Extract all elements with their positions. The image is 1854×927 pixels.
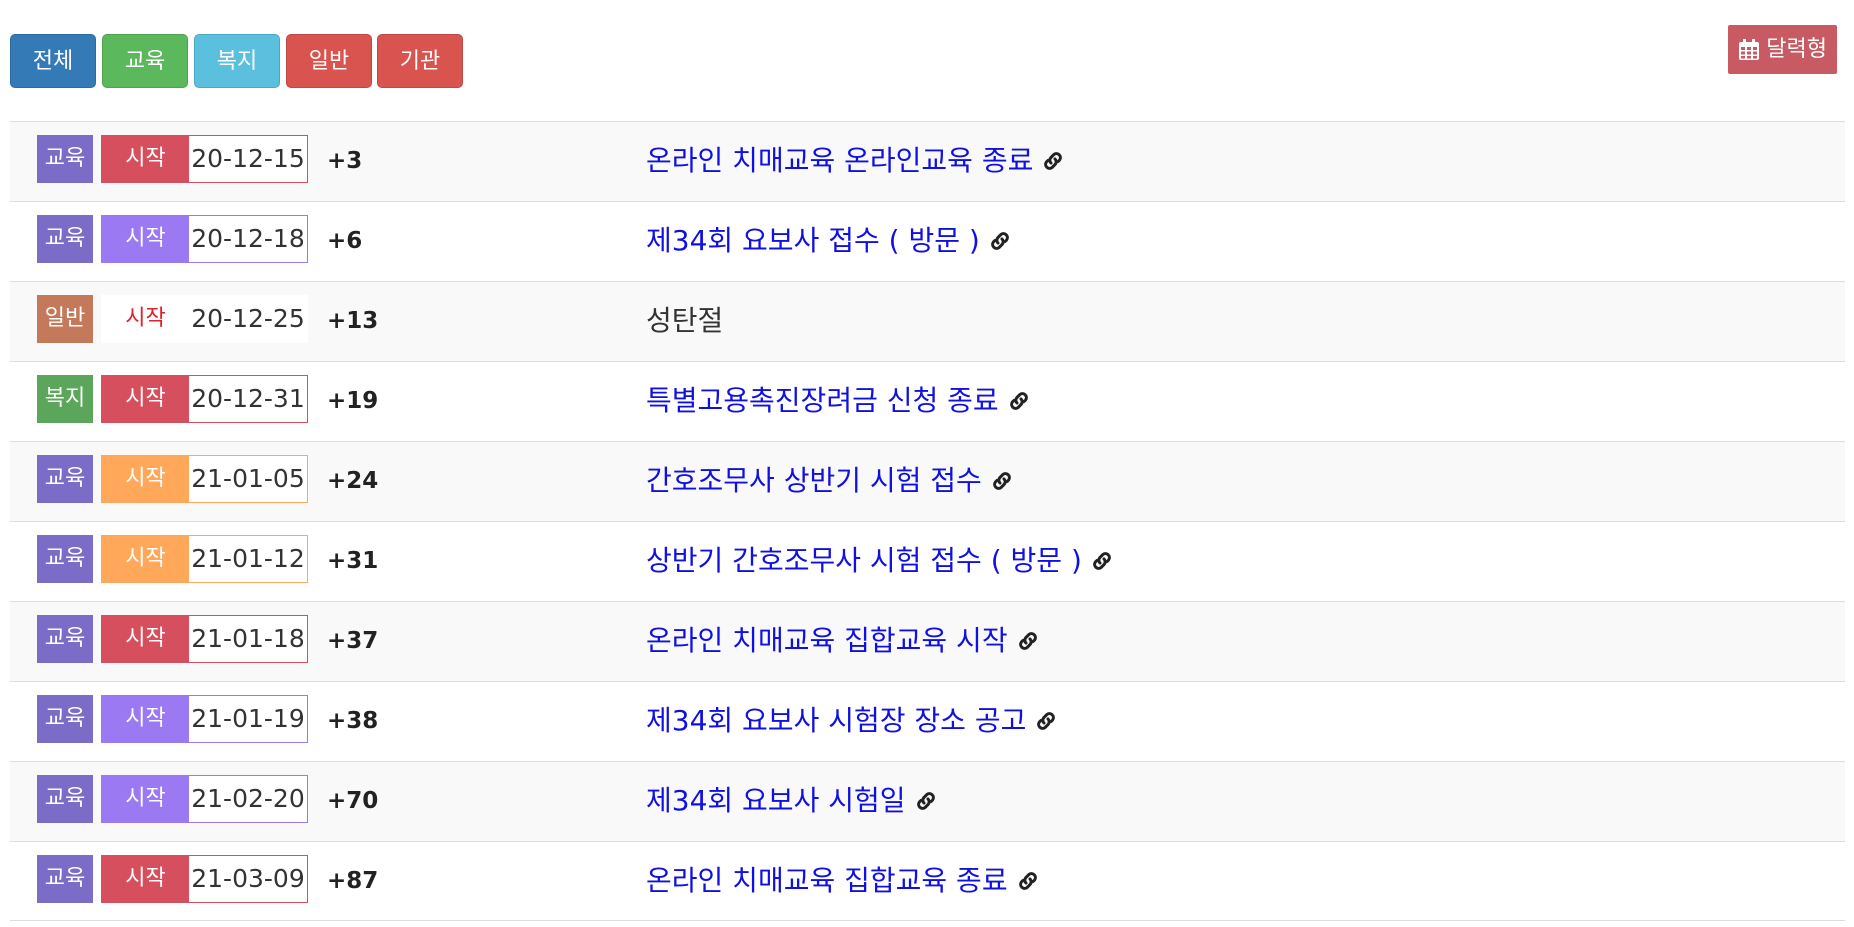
event-row: 교육 시작 21-01-12 +31 상반기 간호조무사 시험 접수 ( 방문 ): [10, 521, 1845, 601]
calendar-view-label: 달력형: [1766, 37, 1827, 62]
event-title-wrap[interactable]: 제34회 요보사 시험장 장소 공고: [646, 682, 1058, 760]
link-icon: [1009, 392, 1028, 410]
event-date: 20-12-25: [189, 296, 307, 342]
status-label: 시작: [102, 136, 189, 182]
event-date: 20-12-15: [189, 136, 307, 182]
event-title-wrap[interactable]: 온라인 치매교육 집합교육 시작: [646, 602, 1040, 680]
status-label: 시작: [102, 616, 189, 662]
event-row: 교육 시작 21-03-09 +87 온라인 치매교육 집합교육 종료: [10, 841, 1845, 921]
filter-all-button[interactable]: 전체: [10, 34, 96, 88]
event-date: 21-02-20: [189, 776, 307, 822]
status-date-box: 시작 21-03-09: [101, 855, 308, 903]
event-title-wrap[interactable]: 상반기 간호조무사 시험 접수 ( 방문 ): [646, 522, 1114, 600]
status-label: 시작: [102, 376, 189, 422]
event-row: 교육 시작 20-12-18 +6 제34회 요보사 접수 ( 방문 ): [10, 201, 1845, 281]
event-title[interactable]: 특별고용촉진장려금 신청 종료: [646, 384, 999, 417]
status-date-box: 시작 21-01-19: [101, 695, 308, 743]
day-offset: +37: [327, 628, 379, 654]
category-badge: 복지: [37, 375, 93, 423]
category-badge: 교육: [37, 775, 93, 823]
event-title[interactable]: 간호조무사 상반기 시험 접수: [646, 464, 982, 497]
event-row: 교육 시작 21-02-20 +70 제34회 요보사 시험일: [10, 761, 1845, 841]
day-offset: +3: [327, 148, 363, 174]
status-date-box: 시작 20-12-25: [101, 295, 308, 343]
status-label: 시작: [102, 216, 189, 262]
category-badge: 교육: [37, 855, 93, 903]
event-title: 성탄절: [646, 304, 724, 337]
filter-institution-button[interactable]: 기관: [377, 34, 463, 88]
link-icon: [1093, 552, 1111, 570]
day-offset: +87: [327, 868, 379, 894]
category-badge: 교육: [37, 695, 93, 743]
event-row: 교육 시작 20-12-15 +3 온라인 치매교육 온라인교육 종료: [10, 121, 1845, 201]
day-offset: +6: [327, 228, 363, 254]
day-offset: +19: [327, 388, 379, 414]
event-title-wrap[interactable]: 제34회 요보사 접수 ( 방문 ): [646, 202, 1012, 280]
event-title-wrap[interactable]: 온라인 치매교육 온라인교육 종료: [646, 122, 1065, 200]
status-date-box: 시작 21-02-20: [101, 775, 308, 823]
event-date: 21-01-05: [189, 456, 307, 502]
link-icon: [1044, 152, 1063, 170]
event-row: 교육 시작 21-01-18 +37 온라인 치매교육 집합교육 시작: [10, 601, 1845, 681]
event-row: 교육 시작 21-01-05 +24 간호조무사 상반기 시험 접수: [10, 441, 1845, 521]
event-title-wrap[interactable]: 간호조무사 상반기 시험 접수: [646, 442, 1014, 520]
event-date: 21-01-12: [189, 536, 307, 582]
calendar-icon: [1739, 38, 1760, 60]
event-title[interactable]: 온라인 치매교육 집합교육 시작: [646, 624, 1008, 657]
status-label: 시작: [102, 296, 189, 342]
event-title[interactable]: 제34회 요보사 시험장 장소 공고: [646, 704, 1026, 737]
calendar-view-button[interactable]: 달력형: [1728, 25, 1837, 74]
event-title[interactable]: 상반기 간호조무사 시험 접수 ( 방문 ): [646, 544, 1082, 577]
category-badge: 교육: [37, 455, 93, 503]
filter-education-button[interactable]: 교육: [102, 34, 188, 88]
filter-general-button[interactable]: 일반: [286, 34, 372, 88]
status-label: 시작: [102, 536, 189, 582]
status-label: 시작: [102, 696, 189, 742]
category-badge: 교육: [37, 535, 93, 583]
link-icon: [1037, 712, 1056, 730]
filter-welfare-button[interactable]: 복지: [194, 34, 280, 88]
category-badge: 교육: [37, 135, 93, 183]
status-date-box: 시작 21-01-12: [101, 535, 308, 583]
status-date-box: 시작 20-12-15: [101, 135, 308, 183]
day-offset: +13: [327, 308, 379, 334]
status-date-box: 시작 21-01-18: [101, 615, 308, 663]
event-row: 일반 시작 20-12-25 +13 성탄절: [10, 281, 1845, 361]
event-title[interactable]: 제34회 요보사 시험일: [646, 784, 906, 817]
day-offset: +70: [327, 788, 379, 814]
event-title[interactable]: 온라인 치매교육 온라인교육 종료: [646, 144, 1033, 177]
link-icon: [1018, 872, 1037, 890]
day-offset: +31: [327, 548, 379, 574]
event-date: 21-01-18: [189, 616, 307, 662]
event-title-wrap[interactable]: 온라인 치매교육 집합교육 종료: [646, 842, 1040, 920]
event-date: 20-12-31: [189, 376, 307, 422]
status-label: 시작: [102, 456, 189, 502]
event-list: 교육 시작 20-12-15 +3 온라인 치매교육 온라인교육 종료 교육 시작 20-12…: [10, 121, 1845, 921]
filter-toolbar: 전체 교육 복지 일반 기관 달력형: [0, 0, 1854, 120]
status-label: 시작: [102, 856, 189, 902]
status-date-box: 시작 21-01-05: [101, 455, 308, 503]
status-date-box: 시작 20-12-18: [101, 215, 308, 263]
event-title-wrap[interactable]: 제34회 요보사 시험일: [646, 762, 938, 840]
event-date: 20-12-18: [189, 216, 307, 262]
event-title-wrap[interactable]: 특별고용촉진장려금 신청 종료: [646, 362, 1031, 440]
event-date: 21-03-09: [189, 856, 307, 902]
event-title[interactable]: 온라인 치매교육 집합교육 종료: [646, 864, 1008, 897]
event-title-wrap: 성탄절: [646, 282, 723, 360]
day-offset: +24: [327, 468, 379, 494]
event-row: 교육 시작 21-01-19 +38 제34회 요보사 시험장 장소 공고: [10, 681, 1845, 761]
category-badge: 교육: [37, 215, 93, 263]
link-icon: [992, 472, 1011, 490]
event-title[interactable]: 제34회 요보사 접수 ( 방문 ): [646, 224, 980, 257]
status-label: 시작: [102, 776, 189, 822]
day-offset: +38: [327, 708, 379, 734]
status-date-box: 시작 20-12-31: [101, 375, 308, 423]
category-badge: 교육: [37, 615, 93, 663]
link-icon: [916, 792, 935, 810]
link-icon: [1018, 632, 1037, 650]
event-row: 복지 시작 20-12-31 +19 특별고용촉진장려금 신청 종료: [10, 361, 1845, 441]
link-icon: [990, 232, 1009, 250]
category-badge: 일반: [37, 295, 93, 343]
event-date: 21-01-19: [189, 696, 307, 742]
